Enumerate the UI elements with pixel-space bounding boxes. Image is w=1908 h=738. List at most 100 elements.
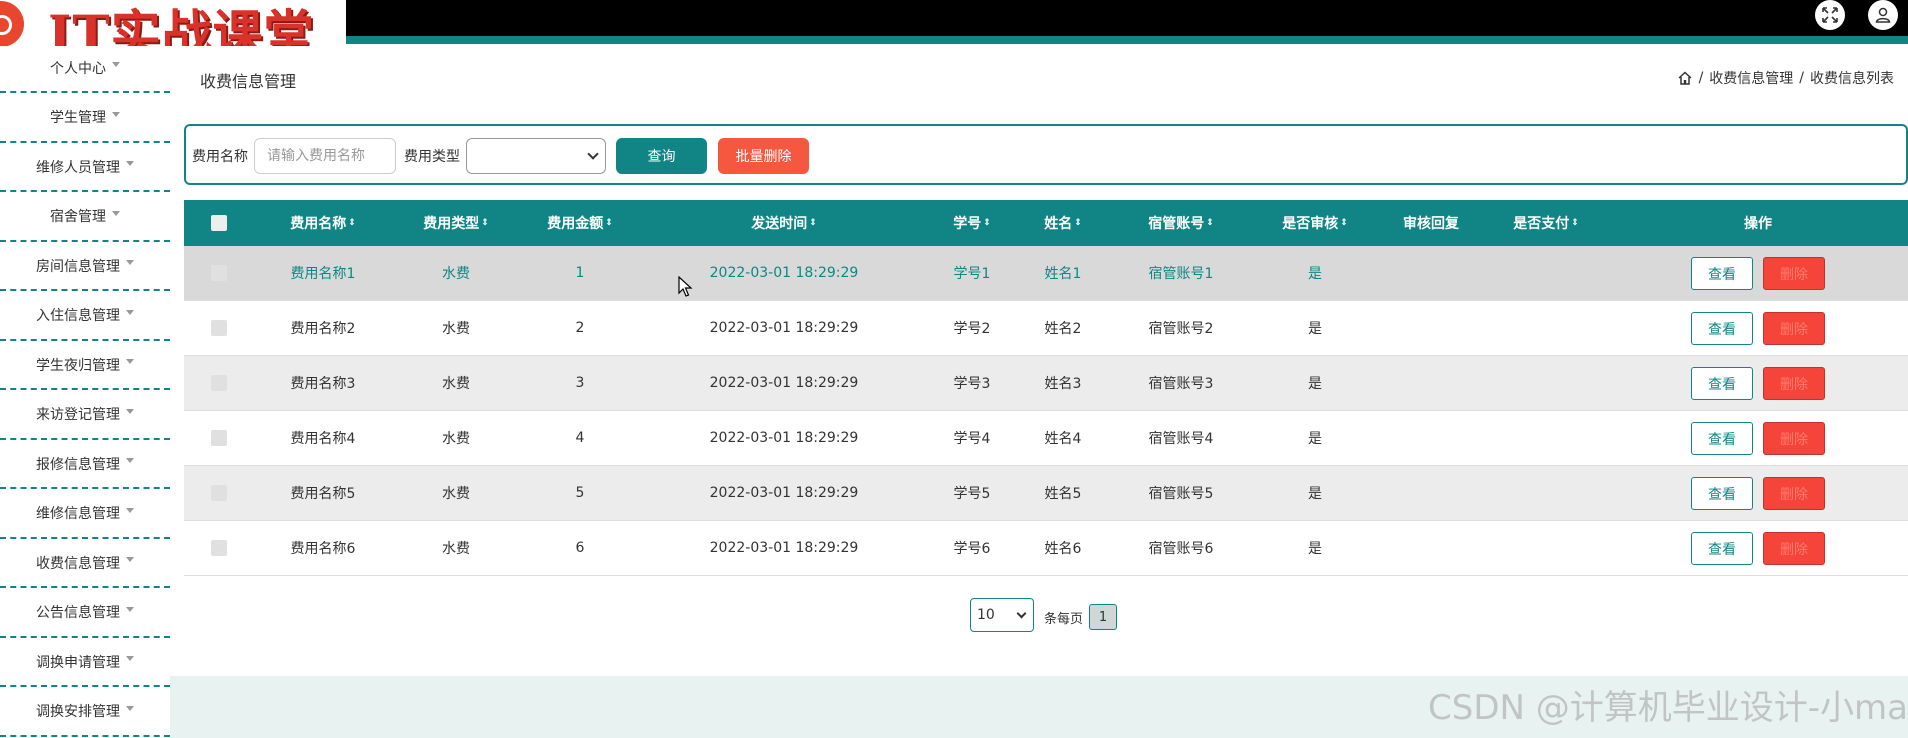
sort-icon[interactable]: ⇕	[605, 219, 613, 228]
table-cell	[1386, 411, 1476, 465]
sidebar-item[interactable]: 调换申请管理	[0, 638, 170, 687]
delete-button[interactable]: 删除	[1763, 532, 1825, 565]
table-cell	[1496, 466, 1596, 520]
fullscreen-icon[interactable]	[1815, 0, 1845, 30]
view-button[interactable]: 查看	[1691, 257, 1753, 290]
sidebar-item-label: 入住信息管理	[36, 308, 120, 324]
view-button[interactable]: 查看	[1691, 312, 1753, 345]
row-checkbox[interactable]	[211, 320, 227, 336]
column-header[interactable]: 姓名 ⇕	[1028, 200, 1098, 246]
caret-down-icon	[126, 705, 134, 711]
fee-type-select[interactable]	[466, 138, 606, 174]
sidebar-item[interactable]: 报修信息管理	[0, 440, 170, 489]
caret-down-icon	[126, 656, 134, 661]
sort-icon[interactable]: ⇕	[983, 219, 991, 228]
select-all-checkbox[interactable]	[211, 215, 227, 231]
row-select-cell	[199, 246, 239, 300]
row-checkbox[interactable]	[211, 375, 227, 391]
sidebar-item[interactable]: 公告信息管理	[0, 589, 170, 638]
sidebar-item-label: 公告信息管理	[36, 605, 120, 621]
column-header[interactable]: 费用名称 ⇕	[263, 200, 383, 246]
table-cell: 学号3	[953, 376, 991, 392]
sidebar-item[interactable]: 学生管理	[0, 94, 170, 143]
sidebar-item[interactable]: 维修信息管理	[0, 490, 170, 539]
sort-icon[interactable]: ⇕	[1206, 219, 1214, 228]
query-button[interactable]: 查询	[616, 138, 707, 174]
home-icon[interactable]	[1677, 70, 1693, 86]
sidebar-item[interactable]: 来访登记管理	[0, 391, 170, 440]
column-header[interactable]: 学号 ⇕	[937, 200, 1007, 246]
table-cell: 6	[575, 540, 585, 556]
table-cell: 宿管账号6	[1148, 541, 1214, 557]
sort-icon[interactable]: ⇕	[1074, 219, 1082, 228]
table-cell: 2022-03-01 18:29:29	[709, 540, 859, 556]
view-button[interactable]: 查看	[1691, 367, 1753, 400]
column-header[interactable]: 费用类型 ⇕	[406, 200, 506, 246]
column-header[interactable]: 是否支付 ⇕	[1496, 200, 1596, 246]
row-checkbox[interactable]	[211, 430, 227, 446]
table-cell: 是	[1308, 431, 1322, 447]
sidebar-item-label: 报修信息管理	[36, 456, 120, 473]
row-checkbox[interactable]	[211, 540, 227, 556]
sidebar-item[interactable]: 调换安排管理	[0, 688, 170, 737]
breadcrumb-item: 收费信息列表	[1810, 71, 1894, 87]
table-cell: 学号6	[953, 541, 991, 557]
select-all-cell	[199, 200, 239, 246]
table-cell: 2022-03-01 18:29:29	[709, 485, 859, 501]
sort-icon[interactable]: ⇕	[348, 219, 356, 228]
delete-button[interactable]: 删除	[1763, 257, 1825, 290]
page-size-value: 10	[977, 607, 995, 623]
table-cell	[1496, 246, 1596, 300]
table-cell	[1386, 246, 1476, 300]
sidebar-item[interactable]: 维修人员管理	[0, 143, 170, 192]
delete-button[interactable]: 删除	[1763, 312, 1825, 345]
sidebar-item[interactable]: 收费信息管理	[0, 539, 170, 588]
sidebar-item-label: 学生夜归管理	[36, 357, 120, 374]
breadcrumb-sep: /	[1698, 70, 1704, 86]
table-row: 费用名称2 水费 2 2022-03-01 18:29:29 学号2 姓名2 宿管账号2 是 查…	[184, 301, 1908, 356]
sort-icon[interactable]: ⇕	[1340, 219, 1348, 228]
column-header[interactable]: 宿管账号 ⇕	[1126, 200, 1236, 246]
page-number[interactable]: 1	[1089, 604, 1117, 630]
sidebar-item-label: 个人中心	[50, 60, 106, 77]
search-form: 费用名称 费用类型 查询 批量删除	[184, 124, 1908, 185]
sort-icon[interactable]: ⇕	[1571, 219, 1579, 228]
top-bar: IT实战课堂	[0, 0, 1908, 46]
sidebar-item[interactable]: 入住信息管理	[0, 292, 170, 341]
caret-down-icon	[126, 359, 134, 364]
chevron-down-icon	[1016, 608, 1027, 619]
delete-button[interactable]: 删除	[1763, 477, 1825, 510]
column-header[interactable]: 费用金额 ⇕	[530, 200, 630, 246]
table-cell: 宿管账号3	[1148, 376, 1214, 392]
sidebar-item[interactable]: 宿舍管理	[0, 193, 170, 242]
caret-down-icon	[126, 408, 134, 414]
sidebar-item-label: 宿舍管理	[50, 209, 106, 225]
delete-button[interactable]: 删除	[1763, 422, 1825, 455]
row-checkbox[interactable]	[211, 485, 227, 501]
view-button[interactable]: 查看	[1691, 477, 1753, 510]
column-header[interactable]: 是否审核 ⇕	[1270, 200, 1360, 246]
sidebar-item[interactable]: 房间信息管理	[0, 242, 170, 291]
view-button[interactable]: 查看	[1691, 422, 1753, 455]
row-checkbox[interactable]	[211, 265, 227, 281]
table-cell	[1496, 301, 1596, 355]
column-header-label: 操作	[1744, 216, 1772, 232]
table-cell: 姓名3	[1044, 376, 1082, 392]
breadcrumb: / 收费信息管理 / 收费信息列表	[1677, 68, 1894, 88]
sidebar-item[interactable]: 个人中心	[0, 44, 170, 93]
fee-name-label: 费用名称	[192, 149, 248, 165]
view-button[interactable]: 查看	[1691, 532, 1753, 565]
table-cell: 是	[1308, 321, 1322, 337]
sidebar-item[interactable]: 学生夜归管理	[0, 341, 170, 390]
sort-icon[interactable]: ⇕	[481, 219, 489, 228]
row-select-cell	[199, 521, 239, 575]
batch-delete-button[interactable]: 批量删除	[718, 138, 809, 174]
sort-icon[interactable]: ⇕	[809, 219, 817, 228]
delete-button[interactable]: 删除	[1763, 367, 1825, 400]
breadcrumb-item[interactable]: 收费信息管理	[1709, 68, 1793, 88]
table-cell: 2022-03-01 18:29:29	[709, 430, 859, 446]
user-icon[interactable]	[1868, 0, 1898, 30]
page-size-select[interactable]: 10	[970, 598, 1034, 632]
column-header[interactable]: 发送时间 ⇕	[684, 200, 884, 246]
fee-name-input[interactable]	[254, 138, 396, 174]
